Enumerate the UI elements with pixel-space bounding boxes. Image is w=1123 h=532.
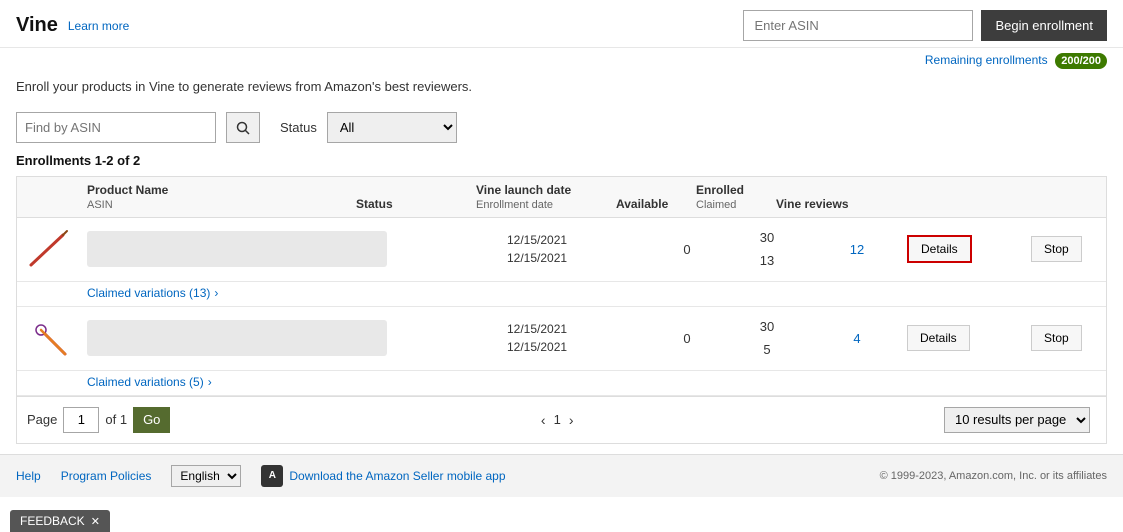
amazon-app-icon: A (261, 465, 283, 487)
find-asin-input[interactable] (16, 112, 216, 143)
details-button-2[interactable]: Details (907, 325, 970, 351)
download-app-link[interactable]: Download the Amazon Seller mobile app (289, 469, 505, 483)
next-page-button[interactable]: › (569, 412, 574, 428)
of-label: of 1 (105, 412, 127, 427)
help-link[interactable]: Help (16, 469, 41, 483)
footer: Help Program Policies English A Download… (0, 454, 1123, 497)
product-date-1: 12/15/2021 12/15/2021 (507, 231, 647, 267)
learn-more-link[interactable]: Learn more (68, 19, 129, 33)
table-header: Product Name ASIN Status Vine launch dat… (17, 177, 1106, 218)
product-vine-reviews-2: 4 (807, 331, 907, 346)
remaining-enrollments-label: Remaining enrollments (925, 53, 1048, 67)
col-available: Available (616, 197, 696, 211)
status-label: Status (280, 120, 317, 135)
product-stop-2: Stop (1027, 325, 1123, 351)
product-actions-2: Details (907, 325, 1027, 351)
product-available-2: 0 (647, 331, 727, 346)
product-image-cell-2 (27, 316, 87, 360)
page-title: Vine (16, 14, 58, 37)
remaining-enrollments-badge: 200/200 (1055, 53, 1107, 69)
product-stop-1: Stop (1027, 236, 1123, 262)
tagline: Enroll your products in Vine to generate… (0, 71, 1123, 102)
claimed-variations-text-2: Claimed variations (5) (87, 375, 204, 389)
search-icon (236, 121, 250, 135)
product-available-1: 0 (647, 242, 727, 257)
copyright: © 1999-2023, Amazon.com, Inc. or its aff… (880, 470, 1107, 482)
col-vine-reviews: Vine reviews (776, 197, 876, 211)
product-actions-1: Details (907, 235, 1027, 263)
begin-enrollment-button[interactable]: Begin enrollment (981, 10, 1107, 41)
per-page-select[interactable]: 10 results per page 25 results per page … (944, 407, 1090, 433)
claimed-variations-row-2[interactable]: Claimed variations (5) › (17, 371, 1106, 396)
product-date-2: 12/15/2021 12/15/2021 (507, 320, 647, 356)
feedback-label: FEEDBACK (20, 514, 85, 528)
search-button[interactable] (226, 112, 260, 143)
claimed-variations-row-1[interactable]: Claimed variations (13) › (17, 282, 1106, 307)
go-button[interactable]: Go (133, 407, 170, 433)
col-vine-launch-date: Vine launch date Enrollment date (476, 183, 616, 211)
stop-button-2[interactable]: Stop (1031, 325, 1082, 351)
claimed-chevron-1: › (214, 286, 218, 300)
feedback-button[interactable]: FEEDBACK ✕ (10, 510, 110, 532)
amazon-app-section: A Download the Amazon Seller mobile app (261, 465, 505, 487)
claimed-variations-text-1: Claimed variations (13) (87, 286, 210, 300)
col-product-name: Product Name ASIN (87, 183, 356, 211)
enrollments-count: Enrollments 1-2 of 2 (16, 153, 1107, 168)
col-enrolled: Enrolled Claimed (696, 183, 776, 211)
stop-button-1[interactable]: Stop (1031, 236, 1082, 262)
page-label: Page (27, 412, 57, 427)
table-row: 12/15/2021 12/15/2021 0 30 5 4 Details S… (17, 307, 1106, 371)
status-select[interactable]: All Active Stopped (327, 112, 457, 143)
language-select[interactable]: English (171, 465, 241, 487)
product-enrolled-1: 30 13 (727, 226, 807, 273)
feedback-close-icon[interactable]: ✕ (91, 515, 100, 528)
product-image-1 (27, 227, 71, 271)
product-image-2 (27, 316, 71, 360)
product-placeholder-2 (87, 320, 387, 356)
program-policies-link[interactable]: Program Policies (61, 469, 152, 483)
col-status: Status (356, 197, 476, 211)
details-button-1[interactable]: Details (907, 235, 972, 263)
product-enrolled-2: 30 5 (727, 315, 807, 362)
claimed-chevron-2: › (208, 375, 212, 389)
product-image-cell (27, 227, 87, 271)
current-page-number: 1 (554, 412, 561, 427)
product-placeholder-1 (87, 231, 387, 267)
page-input[interactable] (63, 407, 99, 433)
prev-page-button[interactable]: ‹ (541, 412, 546, 428)
pagination-bar: Page of 1 Go ‹ 1 › 10 results per page 2… (17, 396, 1106, 443)
asin-input[interactable] (743, 10, 973, 41)
product-vine-reviews-1: 12 (807, 242, 907, 257)
table-row: 12/15/2021 12/15/2021 0 30 13 12 Details… (17, 218, 1106, 282)
